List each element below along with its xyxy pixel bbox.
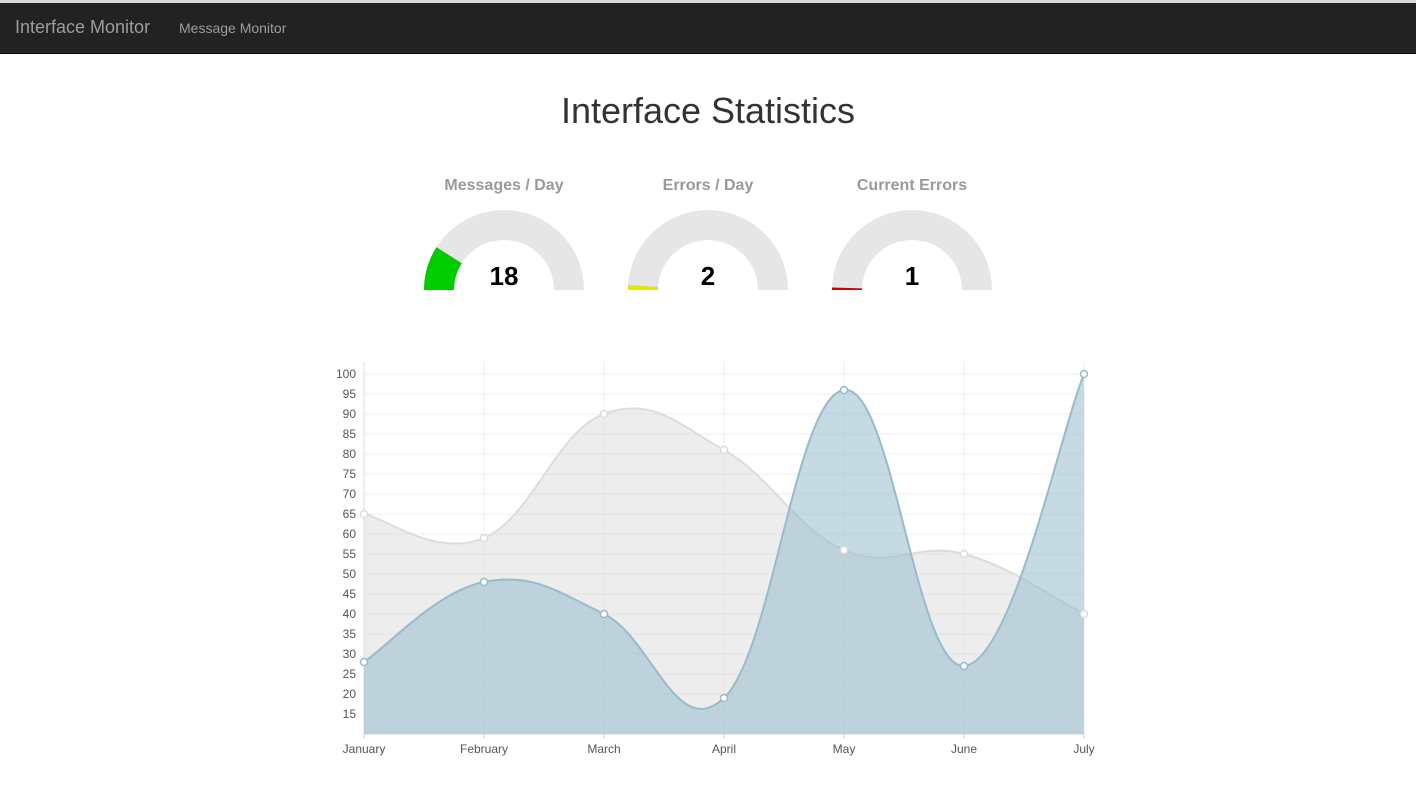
- x-tick-label: May: [833, 742, 856, 756]
- y-tick-label: 60: [343, 527, 357, 541]
- data-point: [719, 445, 729, 455]
- y-tick-label: 80: [343, 447, 357, 461]
- data-point: [359, 509, 369, 519]
- y-tick-label: 90: [343, 407, 357, 421]
- data-point: [959, 661, 969, 671]
- y-tick-label: 65: [343, 507, 357, 521]
- y-tick-label: 15: [343, 707, 357, 721]
- data-point: [719, 693, 729, 703]
- y-tick-label: 75: [343, 467, 357, 481]
- data-point: [1079, 609, 1089, 619]
- x-tick-label: March: [587, 742, 620, 756]
- y-tick-label: 70: [343, 487, 357, 501]
- x-tick-label: February: [460, 742, 508, 756]
- data-point: [479, 533, 489, 543]
- y-tick-label: 50: [343, 567, 357, 581]
- y-tick-label: 20: [343, 687, 357, 701]
- data-point: [479, 577, 489, 587]
- data-point: [839, 385, 849, 395]
- data-point: [599, 609, 609, 619]
- data-point: [1079, 369, 1089, 379]
- y-tick-label: 85: [343, 427, 357, 441]
- y-tick-label: 100: [336, 367, 356, 381]
- x-tick-label: April: [712, 742, 736, 756]
- y-tick-label: 35: [343, 627, 357, 641]
- line-chart-svg: 15 20 25 30 35 40 45 50 55 60 65 70 75 80 85 90 95 100 Jan…: [336, 362, 1095, 756]
- data-point: [839, 545, 849, 555]
- data-point: [959, 549, 969, 559]
- x-tick-label: January: [343, 742, 386, 756]
- data-point: [359, 657, 369, 667]
- data-point: [599, 409, 609, 419]
- y-tick-label: 30: [343, 647, 357, 661]
- x-tick-label: July: [1073, 742, 1094, 756]
- y-tick-label: 95: [343, 387, 357, 401]
- x-tick-label: June: [951, 742, 977, 756]
- y-tick-label: 40: [343, 607, 357, 621]
- y-tick-label: 25: [343, 667, 357, 681]
- y-tick-label: 55: [343, 547, 357, 561]
- y-tick-label: 45: [343, 587, 357, 601]
